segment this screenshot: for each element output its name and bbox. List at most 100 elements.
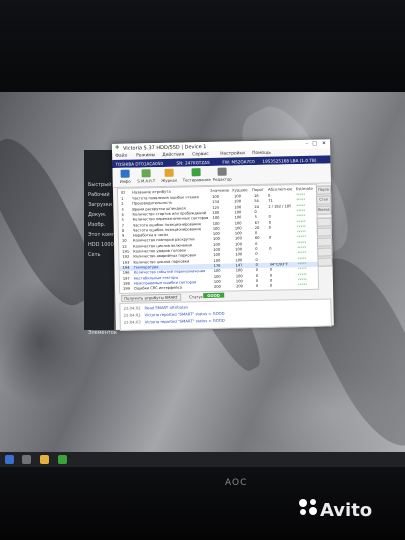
exit-button[interactable]: Выход [316,205,332,215]
explorer-item[interactable]: Загрузки [88,202,112,208]
explorer-item[interactable]: Рабочий [88,192,110,198]
table-cell-est: ***** [296,203,306,208]
side-button[interactable] [316,217,332,227]
app-icon: ✚ [115,144,120,151]
table-cell-id: 8 [121,228,125,233]
table-cell-val: 134 [212,200,220,205]
tab-log[interactable]: Журнал [160,168,179,184]
table-cell-est: ***** [297,251,307,256]
menu-settings[interactable]: Настройки [220,151,245,157]
table-cell-est: ***** [296,192,306,198]
menu-actions[interactable]: Действия [162,152,184,157]
explorer-item[interactable]: Изобр. [88,222,105,228]
table-cell-thr: 60 [254,236,260,241]
table-cell-id: 193 [122,260,130,265]
side-button[interactable] [316,227,332,237]
menu-service[interactable]: Сервис [192,152,209,157]
side-button[interactable] [317,237,333,247]
table-cell-thr: 0 [255,273,259,278]
table-cell-val: 100 [213,258,221,263]
table-cell-worst: 100 [234,199,242,204]
table-cell-id: 12 [122,244,127,249]
status-badge: GOOD [203,292,224,298]
table-cell-est: ***** [297,240,307,245]
side-button[interactable] [317,257,333,267]
table-cell-val: 100 [213,279,221,284]
victoria-icon[interactable] [58,455,67,464]
search-icon[interactable] [22,455,31,464]
tab-testing[interactable]: Тестирование [183,168,211,184]
table-cell-raw: 34°C/93°F [269,262,289,267]
explorer-item[interactable]: Докум. [88,212,106,218]
tab-editor[interactable]: Редактор [213,167,232,183]
table-cell-worst: 100 [234,194,242,199]
col-header: ID [120,189,126,195]
table-cell-id: 1 [121,196,124,201]
table-cell-raw: 0 [268,220,272,225]
table-cell-worst: 100 [235,273,243,278]
table-cell-raw: 0 [268,193,271,198]
explorer-item[interactable]: Быстрый [88,182,111,188]
table-cell-name: Производительность [132,201,173,206]
log-line: 23:04:02 Victoria reported "SMART" status… [123,310,225,318]
table-cell-raw: 0 [269,283,273,288]
table-cell-est: ***** [296,198,306,203]
col-header: Название атрибута [131,188,171,195]
table-cell-worst: 147 [235,263,243,268]
table-cell-worst: 100 [235,268,243,273]
table-cell-worst: 100 [235,257,243,263]
table-cell-est: ***** [296,219,306,224]
table-cell-id: 199 [122,286,130,291]
explorer-icon[interactable] [40,455,49,464]
table-cell-worst: 100 [234,226,242,231]
table-cell-val: 100 [212,231,220,236]
drive-serial: SN: 247KGTZAS [176,159,210,166]
col-header: Порог [251,186,264,193]
table-cell-id: 2 [121,202,124,207]
smart-table: ID Название атрибута Значение Худшее Пор… [116,183,320,294]
table-cell-name: Наработка в часах [132,232,169,238]
menu-modes[interactable]: Режимы [136,153,155,158]
menu-file[interactable]: Файл [115,154,127,159]
table-cell-id: 10 [121,239,127,244]
table-cell-val: 100 [213,247,221,252]
stop-button[interactable]: Стоп [316,195,332,205]
file-explorer: Быстрый Рабочий Загрузки Докум. Изобр. Э… [84,150,117,330]
table-cell-name: Ошибки CRC интерфейса [133,285,182,291]
minimize-icon[interactable]: – [305,140,308,146]
table-cell-id: 197 [122,276,130,281]
get-smart-button[interactable]: Получить атрибуты SMART [121,293,181,302]
col-header: Значение [209,187,230,193]
table-cell-val: 100 [212,237,220,242]
table-cell-thr: 0 [255,262,258,267]
table-cell-name: Нестабильные секторы [133,275,179,281]
table-cell-worst: 100 [235,252,243,257]
table-cell-val: 100 [213,268,221,274]
menu-help[interactable]: Помощь [252,151,271,156]
tab-info[interactable]: Инфо [116,169,135,185]
pause-button[interactable]: Пауза [315,185,332,195]
victoria-window: ✚ Victoria 5.37 HDD/SSD | Device 1 – □ ✕… [112,139,334,331]
table-cell-val: 100 [212,226,220,231]
table-cell-val: 176 [213,263,221,268]
table-cell-id: 4 [121,212,124,217]
table-cell-name: Время раскрутки шпинделя [132,206,186,212]
table-cell-raw: 0 [269,246,272,251]
close-icon[interactable]: ✕ [322,140,326,146]
maximize-icon[interactable]: □ [312,140,317,146]
table-cell-est: ***** [297,256,307,261]
table-cell-id: 198 [122,281,130,286]
table-cell-est: ***** [296,235,307,240]
start-icon[interactable] [5,455,14,464]
tab-smart[interactable]: S.M.A.R.T [137,169,156,184]
explorer-item[interactable]: HDD 1000 [88,242,114,248]
explorer-item[interactable]: Этот комп. [88,232,117,238]
table-cell-thr: 54 [254,199,259,204]
side-panel: Пауза Стоп Выход [315,183,333,287]
table-cell-worst: 100 [234,220,242,225]
explorer-item[interactable]: Сеть [88,252,100,258]
table-cell-est: ***** [297,272,307,277]
table-cell-name: Количество циклов включения [133,243,192,249]
side-button[interactable] [317,247,333,257]
table-cell-thr: 0 [254,209,257,214]
